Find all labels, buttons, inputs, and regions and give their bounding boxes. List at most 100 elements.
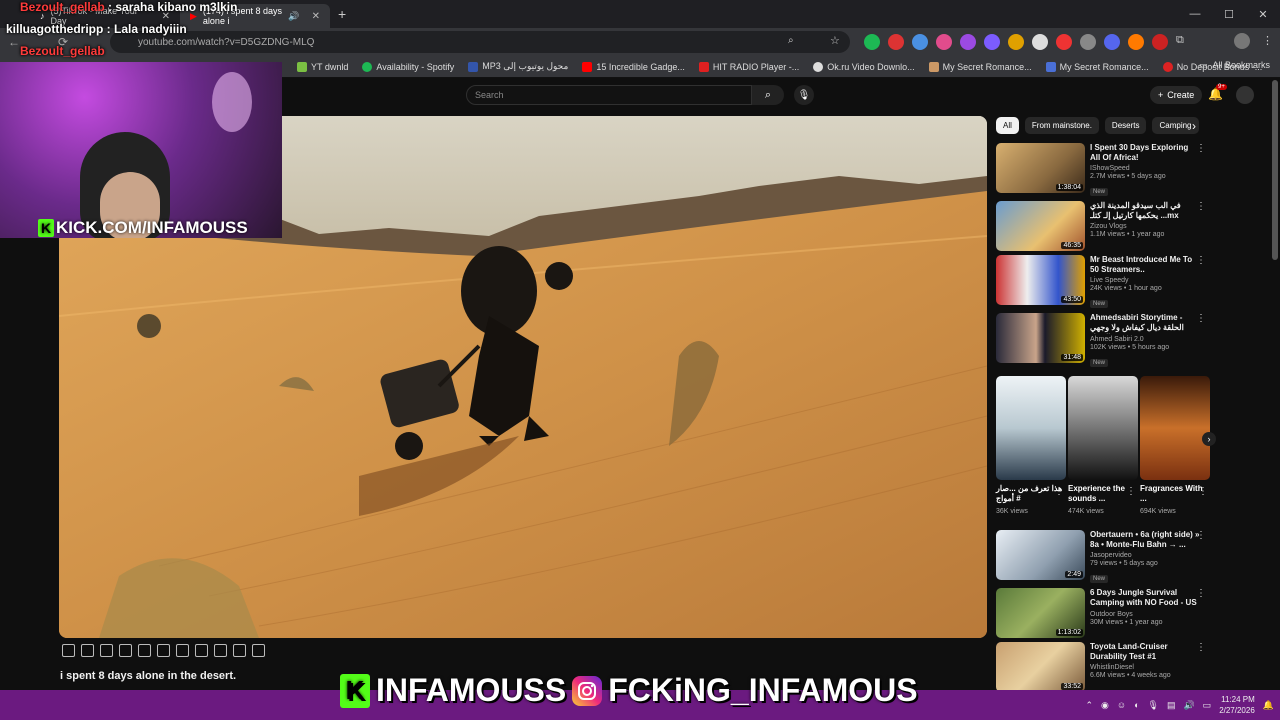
close-icon[interactable]: ✕ xyxy=(312,11,320,22)
maximize-icon[interactable]: ☐ xyxy=(1212,0,1246,28)
chip-from-mainstone[interactable]: From mainstone. xyxy=(1024,117,1099,134)
search-button[interactable]: ⌕ xyxy=(752,85,784,105)
extension-icon[interactable] xyxy=(912,34,928,50)
extension-icon[interactable] xyxy=(1080,34,1096,50)
more-options-icon[interactable]: ⋮ xyxy=(1196,588,1206,599)
playlist-icon[interactable] xyxy=(157,644,170,657)
menu-icon[interactable]: ⋮ xyxy=(1262,34,1273,47)
star-icon[interactable]: ☆ xyxy=(830,34,840,47)
extension-icon[interactable] xyxy=(864,34,880,50)
more-options-icon[interactable]: ⋮ xyxy=(1196,642,1206,653)
volume-icon[interactable]: 🔊 xyxy=(1183,700,1194,711)
controller-icon[interactable]: ◐ xyxy=(1134,700,1139,710)
extension-icon[interactable] xyxy=(1104,34,1120,50)
recommended-video[interactable]: 33:52 Toyota Land-Cruiser Durability Tes… xyxy=(996,642,1206,694)
video-thumbnail[interactable]: 43:50 xyxy=(996,255,1085,305)
video-thumbnail[interactable]: 1:38:04 xyxy=(996,143,1085,193)
more-options-icon[interactable]: ⋮ xyxy=(1196,201,1206,212)
audio-icon[interactable] xyxy=(81,644,94,657)
bookmark-item[interactable]: My Secret Romance... xyxy=(922,61,1039,72)
video-thumbnail[interactable]: 33:52 xyxy=(996,642,1085,692)
chevron-right-icon[interactable]: › xyxy=(1202,432,1216,446)
bookmark-item[interactable]: YT dwnld xyxy=(290,61,355,72)
chip-deserts[interactable]: Deserts xyxy=(1104,117,1147,134)
recommended-video[interactable]: 43:50 Mr Beast Introduced Me To 50 Strea… xyxy=(996,255,1206,308)
bookmark-item[interactable]: Availability - Spotify xyxy=(355,61,461,72)
video-thumbnail[interactable]: 2:49 xyxy=(996,530,1085,580)
video-title[interactable]: Toyota Land-Cruiser Durability Test #1 xyxy=(1090,642,1200,662)
close-window-icon[interactable]: ✕ xyxy=(1246,0,1280,28)
video-thumbnail[interactable]: 31:48 xyxy=(996,313,1085,363)
short-thumbnail[interactable] xyxy=(1140,376,1210,480)
speaker-icon[interactable]: 🔊 xyxy=(288,11,299,22)
scrollbar[interactable] xyxy=(1272,80,1278,260)
extension-icon[interactable] xyxy=(960,34,976,50)
extension-icon[interactable] xyxy=(888,34,904,50)
all-bookmarks[interactable]: ▭ All Bookmarks xyxy=(1199,60,1270,71)
extension-icon[interactable] xyxy=(1056,34,1072,50)
video-thumbnail[interactable]: 1:13:02 xyxy=(996,588,1085,638)
channel-name[interactable]: Outdoor Boys xyxy=(1090,611,1200,618)
discord-icon[interactable]: ☺ xyxy=(1117,700,1126,710)
recommended-video[interactable]: 1:13:02 6 Days Jungle Survival Camping w… xyxy=(996,588,1206,640)
notifications-icon[interactable]: 🔔 xyxy=(1263,700,1274,711)
chevron-right-icon[interactable]: › xyxy=(1192,119,1196,133)
bookmark-item[interactable]: MP3 محول يوتيوب إلى xyxy=(461,61,575,72)
extension-icon[interactable] xyxy=(1008,34,1024,50)
screen-icon[interactable] xyxy=(195,644,208,657)
bookmark-item[interactable]: Ok.ru Video Downlo... xyxy=(806,61,921,72)
video-title[interactable]: I Spent 30 Days Exploring All Of Africa! xyxy=(1090,143,1200,163)
more-options-icon[interactable]: ⋮ xyxy=(1196,530,1206,541)
channel-name[interactable]: Zizou Vlogs xyxy=(1090,223,1200,230)
short-thumbnail[interactable] xyxy=(1068,376,1138,480)
battery-icon[interactable]: ▭ xyxy=(1203,700,1212,711)
create-button[interactable]: + Create xyxy=(1150,86,1203,104)
recommended-video[interactable]: 46:35 في الب سيدقو المدينة الذي يحكمها ك… xyxy=(996,201,1206,253)
extension-icon[interactable] xyxy=(936,34,952,50)
recommended-video[interactable]: 2:49 Obertauern • 6a (right side) » 8a •… xyxy=(996,530,1206,583)
minimize-icon[interactable]: — xyxy=(1178,0,1212,28)
zoom-icon[interactable]: ⌕ xyxy=(788,35,794,46)
channel-name[interactable]: IShowSpeed xyxy=(1090,165,1200,172)
channel-name[interactable]: Jasopervideo xyxy=(1090,552,1200,559)
short-thumbnail[interactable] xyxy=(996,376,1066,480)
url-input[interactable]: youtube.com/watch?v=D5GZDNG-MLQ xyxy=(110,31,850,53)
camera-icon[interactable] xyxy=(214,644,227,657)
extension-icon[interactable] xyxy=(1032,34,1048,50)
video-title[interactable]: 6 Days Jungle Survival Camping with NO F… xyxy=(1090,588,1200,609)
channel-name[interactable]: WhistlinDiesel xyxy=(1090,664,1200,671)
loop-icon[interactable] xyxy=(62,644,75,657)
video-thumbnail[interactable]: 46:35 xyxy=(996,201,1085,251)
new-tab-button[interactable]: + xyxy=(338,6,346,22)
avatar[interactable] xyxy=(1236,86,1254,104)
subtitles-icon[interactable] xyxy=(138,644,151,657)
recommended-video[interactable]: 1:38:04 I Spent 30 Days Exploring All Of… xyxy=(996,143,1206,196)
voice-search-button[interactable]: 🎙 xyxy=(794,85,814,105)
more-options-icon[interactable]: ⋮ xyxy=(1196,313,1206,324)
more-options-icon[interactable]: ⋮ xyxy=(1196,143,1206,154)
bookmark-item[interactable]: HIT RADIO Player -... xyxy=(692,61,806,72)
speed-icon[interactable] xyxy=(176,644,189,657)
extension-icon[interactable] xyxy=(1128,34,1144,50)
chevron-up-icon[interactable]: ⌃ xyxy=(1085,700,1093,711)
flask-icon[interactable] xyxy=(233,644,246,657)
video-title[interactable]: Ahmedsabiri Storytime - الحلقة ديال كيفا… xyxy=(1090,313,1200,334)
video-title[interactable]: Mr Beast Introduced Me To 50 Streamers.. xyxy=(1090,255,1200,275)
microphone-icon[interactable]: 🎙 xyxy=(1148,700,1159,711)
miniplayer-icon[interactable] xyxy=(100,644,113,657)
video-title[interactable]: في الب سيدقو المدينة الذي يحكمها كارتيل … xyxy=(1090,201,1200,221)
channel-name[interactable]: Ahmed Sabiri 2.0 xyxy=(1090,336,1200,343)
bookmark-item[interactable]: 15 Incredible Gadge... xyxy=(575,61,692,72)
extension-icon[interactable] xyxy=(984,34,1000,50)
app-icon[interactable]: ◉ xyxy=(1101,700,1109,711)
recommended-video[interactable]: 31:48 Ahmedsabiri Storytime - الحلقة ديا… xyxy=(996,313,1206,367)
more-options-icon[interactable]: ⋮ xyxy=(1198,486,1212,497)
clock[interactable]: 11:24 PM 2/27/2026 xyxy=(1219,694,1255,716)
theater-icon[interactable] xyxy=(119,644,132,657)
chip-all[interactable]: All xyxy=(996,117,1019,134)
back-icon[interactable]: ← xyxy=(8,35,20,49)
channel-name[interactable]: Live Speedy xyxy=(1090,277,1200,284)
gear-icon[interactable] xyxy=(252,644,265,657)
bookmark-item[interactable]: My Secret Romance... xyxy=(1039,61,1156,72)
video-title[interactable]: Obertauern • 6a (right side) » 8a • Mont… xyxy=(1090,530,1200,550)
